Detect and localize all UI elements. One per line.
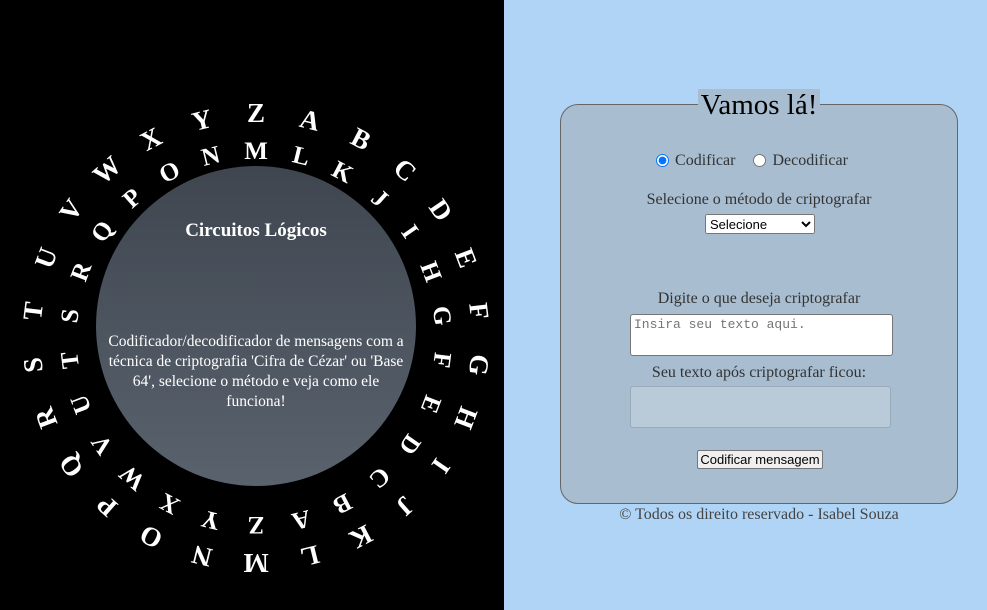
outer_ring-letter: U	[28, 243, 64, 273]
outer_ring-letter: M	[243, 548, 269, 578]
mode-radio-group: Codificar Decodificar	[561, 152, 957, 170]
inner_ring-letter: R	[65, 258, 98, 286]
outer_ring-letter: D	[423, 193, 460, 227]
form-card: Vamos lá! Codificar Decodificar Selecion…	[560, 89, 958, 504]
footer-text: © Todos os direito reservado - Isabel So…	[619, 506, 899, 523]
outer_ring-letter: Z	[246, 98, 265, 128]
output-label: Seu texto após criptografar ficou:	[651, 364, 867, 381]
inner_ring-letter: F	[426, 351, 456, 370]
inner_ring-letter: M	[244, 138, 268, 165]
radio-decode[interactable]	[753, 153, 767, 167]
inner_ring-letter: X	[155, 486, 184, 520]
inner_ring-letter: C	[363, 461, 396, 494]
form-title: Vamos lá!	[697, 89, 821, 121]
cipher-disc: Circuitos Lógicos Codificador/decodifica…	[96, 166, 416, 486]
inner_ring-letter: H	[414, 257, 447, 286]
radio-encode-label[interactable]: Codificar	[675, 152, 735, 169]
radio-decode-label[interactable]: Decodificar	[772, 152, 848, 169]
outer_ring-letter: P	[90, 489, 123, 524]
disc-title: Circuitos Lógicos	[185, 220, 327, 241]
method-select[interactable]: Selecione	[705, 214, 815, 234]
outer_ring-letter: C	[387, 151, 423, 188]
outer_ring-letter: E	[449, 244, 484, 272]
disc-description: Codificador/decodificador de mensagens c…	[108, 333, 404, 410]
outer_ring-letter: B	[345, 121, 376, 157]
outer_ring-letter: L	[297, 539, 323, 574]
outer_ring-letter: Q	[52, 448, 90, 483]
inner_ring-letter: Z	[247, 511, 265, 538]
outer_ring-letter: T	[16, 300, 49, 322]
inner_ring-letter: T	[56, 350, 86, 371]
inner_ring-letter: G	[426, 304, 456, 327]
inner_ring-letter: A	[288, 503, 313, 535]
inner_ring-letter: V	[86, 428, 119, 460]
inner_ring-letter: Y	[199, 503, 224, 535]
inner_ring-letter: U	[65, 390, 98, 418]
inner_ring-letter: E	[414, 391, 446, 417]
outer_ring-letter: F	[463, 300, 496, 321]
outer_ring-letter: J	[390, 490, 421, 523]
method-label: Selecione o método de criptografar	[646, 191, 872, 208]
encode-button[interactable]: Codificar mensagem	[697, 450, 823, 469]
message-input[interactable]	[630, 314, 893, 356]
inner_ring-letter: W	[114, 459, 151, 496]
outer_ring-letter: W	[86, 149, 127, 190]
cipher-wheel-panel: ZABCDEFGHIJKLMNOPQRSTUVWXYMLKJIHGFEDCBAZ…	[0, 0, 504, 610]
outer_ring-letter: K	[344, 519, 377, 556]
outer_ring-letter: A	[296, 102, 323, 137]
outer_ring-letter: X	[135, 120, 168, 157]
inner_ring-letter: D	[393, 428, 426, 460]
output-field[interactable]	[630, 386, 891, 428]
form-title-wrap: Vamos lá!	[561, 89, 957, 122]
inner_ring-letter: S	[56, 306, 86, 325]
radio-encode[interactable]	[656, 153, 670, 167]
outer_ring-letter: H	[448, 402, 485, 433]
outer_ring-letter: I	[425, 452, 457, 479]
outer_ring-letter: O	[135, 519, 168, 556]
outer_ring-letter: Y	[189, 102, 216, 137]
inner_ring-letter: B	[329, 487, 357, 519]
outer_ring-letter: R	[28, 403, 64, 433]
outer_ring-letter: N	[189, 539, 216, 574]
outer_ring-letter: G	[463, 352, 496, 378]
input-label: Digite o que deseja criptografar	[657, 290, 861, 307]
outer_ring-letter: S	[16, 355, 49, 375]
form-panel: Vamos lá! Codificar Decodificar Selecion…	[504, 0, 987, 610]
outer_ring-letter: V	[52, 193, 89, 227]
